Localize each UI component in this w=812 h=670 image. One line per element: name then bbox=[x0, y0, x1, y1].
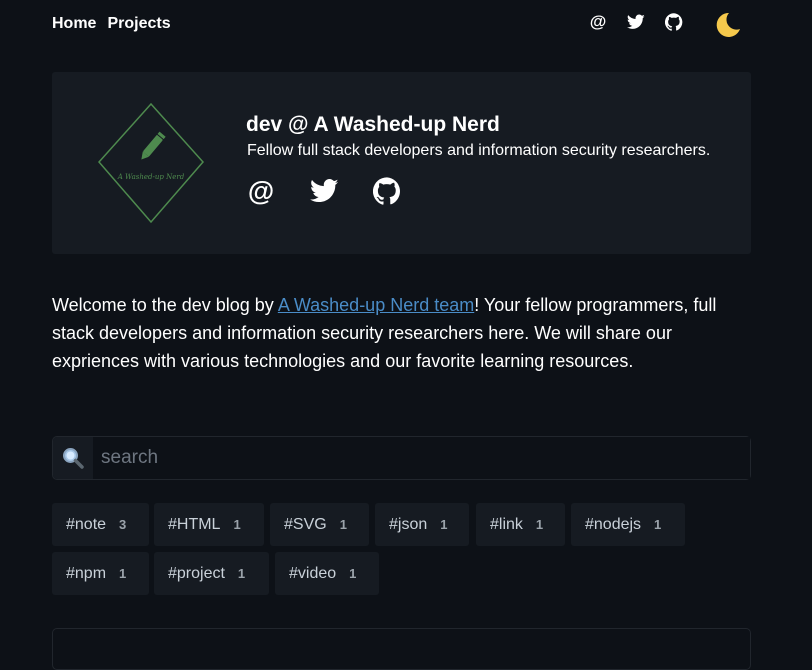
intro-paragraph: Welcome to the dev blog by A Washed-up N… bbox=[52, 291, 752, 375]
tag-name: #note bbox=[66, 515, 107, 533]
tag-count: 1 bbox=[119, 566, 127, 581]
tag-count: 1 bbox=[233, 517, 241, 532]
nav-home-link[interactable]: Home bbox=[52, 15, 96, 33]
intro-text-before: Welcome to the dev blog by bbox=[52, 295, 278, 315]
tag-nodejs[interactable]: #nodejs 1 bbox=[571, 503, 685, 546]
tag-npm[interactable]: #npm 1 bbox=[52, 552, 149, 595]
search-bar bbox=[52, 436, 751, 480]
moon-icon[interactable] bbox=[712, 10, 742, 40]
twitter-icon[interactable] bbox=[309, 176, 339, 206]
team-link[interactable]: A Washed-up Nerd team bbox=[278, 295, 474, 315]
github-icon[interactable] bbox=[372, 176, 402, 206]
twitter-icon[interactable] bbox=[626, 12, 646, 32]
search-input[interactable] bbox=[93, 437, 750, 479]
top-nav: Home Projects bbox=[52, 14, 171, 34]
post-card[interactable] bbox=[52, 628, 751, 670]
tag-count: 1 bbox=[654, 517, 662, 532]
site-subtitle: Fellow full stack developers and informa… bbox=[247, 142, 711, 159]
tag-count: 1 bbox=[535, 517, 544, 532]
tag-html[interactable]: #HTML 1 bbox=[154, 503, 264, 546]
nav-projects-link[interactable]: Projects bbox=[107, 15, 170, 33]
tag-name: #json bbox=[389, 515, 428, 533]
at-icon[interactable]: @ bbox=[588, 12, 608, 32]
github-icon[interactable] bbox=[664, 12, 684, 32]
tag-count: 1 bbox=[440, 517, 448, 532]
hero-card: A Washed-up Nerd dev @ A Washed-up Nerd … bbox=[52, 72, 751, 254]
tag-name: #nodejs bbox=[585, 515, 642, 533]
search-icon bbox=[53, 437, 93, 479]
tag-count: 1 bbox=[237, 566, 246, 581]
tag-name: #video bbox=[289, 564, 337, 582]
tag-name: #project bbox=[168, 564, 225, 582]
tag-svg[interactable]: #SVG 1 bbox=[270, 503, 369, 546]
tag-name: #link bbox=[490, 515, 523, 533]
tag-note[interactable]: #note 3 bbox=[52, 503, 149, 546]
tag-count: 1 bbox=[349, 566, 357, 581]
at-icon[interactable]: @ bbox=[246, 176, 276, 206]
tag-link[interactable]: #link 1 bbox=[476, 503, 565, 546]
svg-text:A Washed-up Nerd: A Washed-up Nerd bbox=[117, 173, 185, 181]
tag-name: #HTML bbox=[168, 515, 221, 533]
tag-count: 1 bbox=[339, 517, 347, 532]
site-title: dev @ A Washed-up Nerd bbox=[246, 113, 500, 136]
tag-count: 3 bbox=[119, 517, 127, 532]
tag-name: #SVG bbox=[284, 515, 327, 533]
site-logo: A Washed-up Nerd bbox=[96, 102, 206, 224]
hero-social-icons: @ bbox=[246, 176, 435, 206]
tag-json[interactable]: #json 1 bbox=[375, 503, 469, 546]
tag-video[interactable]: #video 1 bbox=[275, 552, 379, 595]
tag-name: #npm bbox=[66, 564, 107, 582]
tag-project[interactable]: #project 1 bbox=[154, 552, 269, 595]
nav-social-icons: @ bbox=[588, 12, 702, 32]
